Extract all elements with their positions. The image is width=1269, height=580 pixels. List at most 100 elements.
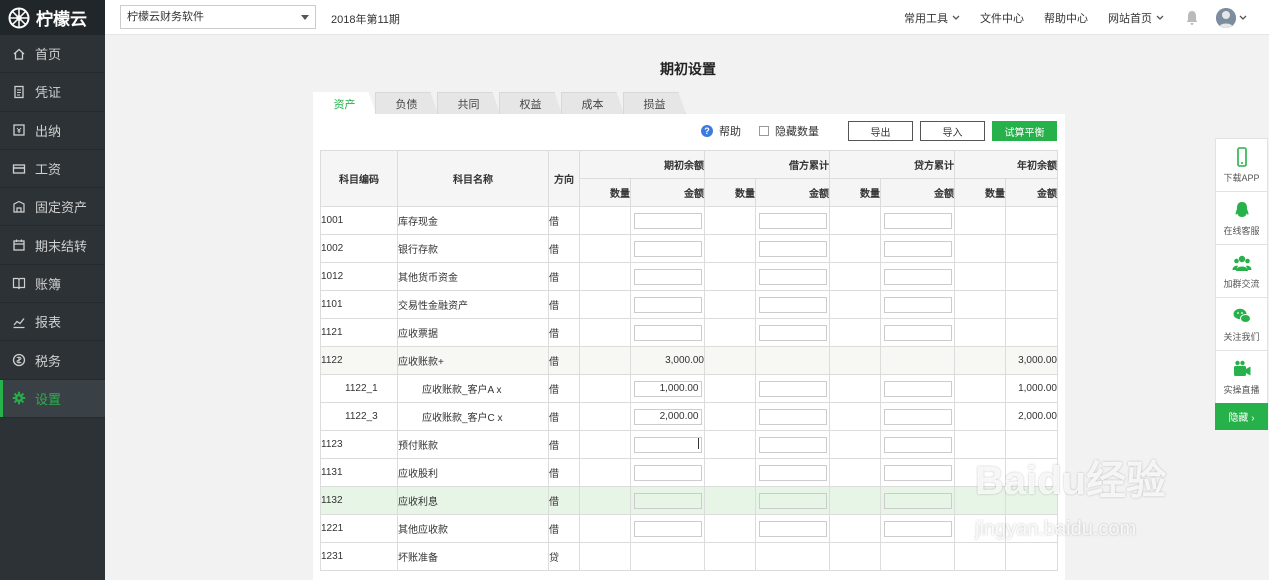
account-name: 库存现金	[397, 206, 549, 235]
amount-cell	[755, 458, 830, 487]
app-logo[interactable]: 柠檬云	[0, 0, 105, 35]
amount-input[interactable]	[883, 240, 952, 257]
amount-input[interactable]	[633, 492, 702, 509]
account-name: 其他应收款	[397, 514, 549, 543]
content-panel: ? 帮助 隐藏数量 导出 导入 试算平衡 科目编码 科目名称 方向 期初余额 借…	[313, 114, 1065, 580]
import-button[interactable]: 导入	[920, 121, 985, 141]
website-home-menu[interactable]: 网站首页	[1108, 10, 1164, 26]
amount-input[interactable]	[758, 296, 827, 313]
qty-cell	[704, 346, 756, 375]
amount-cell	[755, 430, 830, 459]
amount-cell	[630, 318, 705, 347]
calendar-icon	[13, 239, 25, 251]
tab-4[interactable]: 成本	[561, 92, 624, 114]
sidebar-item-7[interactable]: 报表	[0, 303, 105, 342]
tools-menu[interactable]: 常用工具	[904, 10, 960, 26]
tab-2[interactable]: 共同	[437, 92, 500, 114]
col-header-qty: 数量	[704, 178, 756, 207]
amount-input[interactable]	[758, 492, 827, 509]
amount-input[interactable]	[758, 520, 827, 537]
user-avatar[interactable]	[1216, 7, 1236, 28]
amount-input[interactable]	[633, 212, 702, 229]
amount-cell	[755, 206, 830, 235]
col-header-code: 科目编码	[320, 150, 398, 207]
trial-balance-button[interactable]: 试算平衡	[992, 121, 1057, 141]
amount-input[interactable]	[633, 464, 702, 481]
qty-cell	[704, 374, 756, 403]
sidebar-item-1[interactable]: 凭证	[0, 73, 105, 112]
sidebar-item-6[interactable]: 账簿	[0, 265, 105, 304]
float-item-label: 实操直播	[1223, 384, 1260, 395]
float-item-4[interactable]: 实操直播	[1215, 350, 1268, 403]
amount-cell	[880, 486, 955, 515]
amount-input[interactable]	[758, 324, 827, 341]
amount-input[interactable]	[758, 464, 827, 481]
float-item-3[interactable]: 关注我们	[1215, 297, 1268, 350]
tab-0[interactable]: 资产	[313, 92, 376, 114]
sidebar-item-5[interactable]: 期末结转	[0, 226, 105, 265]
qty-cell	[829, 262, 881, 291]
export-button[interactable]: 导出	[848, 121, 913, 141]
sidebar-item-9[interactable]: 设置	[0, 379, 105, 418]
table-row: 1121 应收票据借	[320, 318, 1058, 347]
account-code: 1131	[320, 458, 398, 487]
qty-cell	[829, 290, 881, 319]
amount-input[interactable]	[883, 324, 952, 341]
amount-input[interactable]	[758, 380, 827, 397]
amount-input[interactable]: 1,000.00	[633, 380, 702, 397]
hide-qty-label[interactable]: 隐藏数量	[775, 123, 819, 139]
sidebar-item-4[interactable]: 固定资产	[0, 188, 105, 227]
float-item-2[interactable]: 加群交流	[1215, 244, 1268, 297]
qty-cell	[579, 290, 631, 319]
tab-1[interactable]: 负债	[375, 92, 438, 114]
amount-input[interactable]	[883, 296, 952, 313]
chevron-down-icon	[952, 15, 960, 20]
year-open-amount: 1,000.00	[1005, 374, 1058, 403]
amount-input[interactable]	[758, 436, 827, 453]
hide-float-button[interactable]: 隐藏 ›	[1215, 403, 1268, 430]
amount-input[interactable]	[633, 520, 702, 537]
ledger-icon	[12, 278, 26, 290]
amount-input[interactable]	[758, 408, 827, 425]
amount-input[interactable]	[633, 436, 702, 453]
amount-input[interactable]	[883, 380, 952, 397]
company-select[interactable]: 柠檬云财务软件	[120, 5, 316, 29]
amount-cell	[630, 290, 705, 319]
amount-input[interactable]	[883, 268, 952, 285]
amount-input[interactable]: 2,000.00	[633, 408, 702, 425]
float-item-1[interactable]: 在线客服	[1215, 191, 1268, 244]
amount-input[interactable]	[633, 324, 702, 341]
amount-input[interactable]	[758, 240, 827, 257]
amount-input[interactable]	[633, 268, 702, 285]
tab-3[interactable]: 权益	[499, 92, 562, 114]
bell-icon[interactable]	[1184, 10, 1200, 26]
amount-cell	[755, 234, 830, 263]
qty-cell	[829, 514, 881, 543]
help-link[interactable]: 帮助	[719, 123, 741, 139]
chevron-down-icon[interactable]	[1239, 15, 1247, 21]
amount-input[interactable]	[758, 212, 827, 229]
float-item-0[interactable]: 下载APP	[1215, 138, 1268, 191]
account-name: 应收账款+	[397, 346, 549, 375]
sidebar-item-2[interactable]: 出纳	[0, 112, 105, 150]
amount-input[interactable]	[633, 296, 702, 313]
chevron-down-icon	[301, 15, 309, 20]
tab-5[interactable]: 损益	[623, 92, 686, 114]
avatar-image-icon	[1216, 7, 1236, 28]
amount-input[interactable]	[758, 268, 827, 285]
amount-input[interactable]	[883, 520, 952, 537]
amount-input[interactable]	[883, 436, 952, 453]
help-center-link[interactable]: 帮助中心	[1044, 10, 1088, 26]
amount-input[interactable]	[883, 408, 952, 425]
hide-qty-checkbox[interactable]	[759, 126, 769, 136]
sidebar-item-8[interactable]: 税务	[0, 341, 105, 380]
amount-input[interactable]	[633, 240, 702, 257]
chart-icon	[13, 317, 25, 328]
amount-input[interactable]	[883, 212, 952, 229]
file-center-link[interactable]: 文件中心	[980, 10, 1024, 26]
sidebar-item-3[interactable]: 工资	[0, 150, 105, 189]
sidebar-item-0[interactable]: 首页	[0, 35, 105, 74]
amount-input[interactable]	[883, 464, 952, 481]
amount-input[interactable]	[883, 492, 952, 509]
help-icon[interactable]: ?	[701, 125, 713, 137]
